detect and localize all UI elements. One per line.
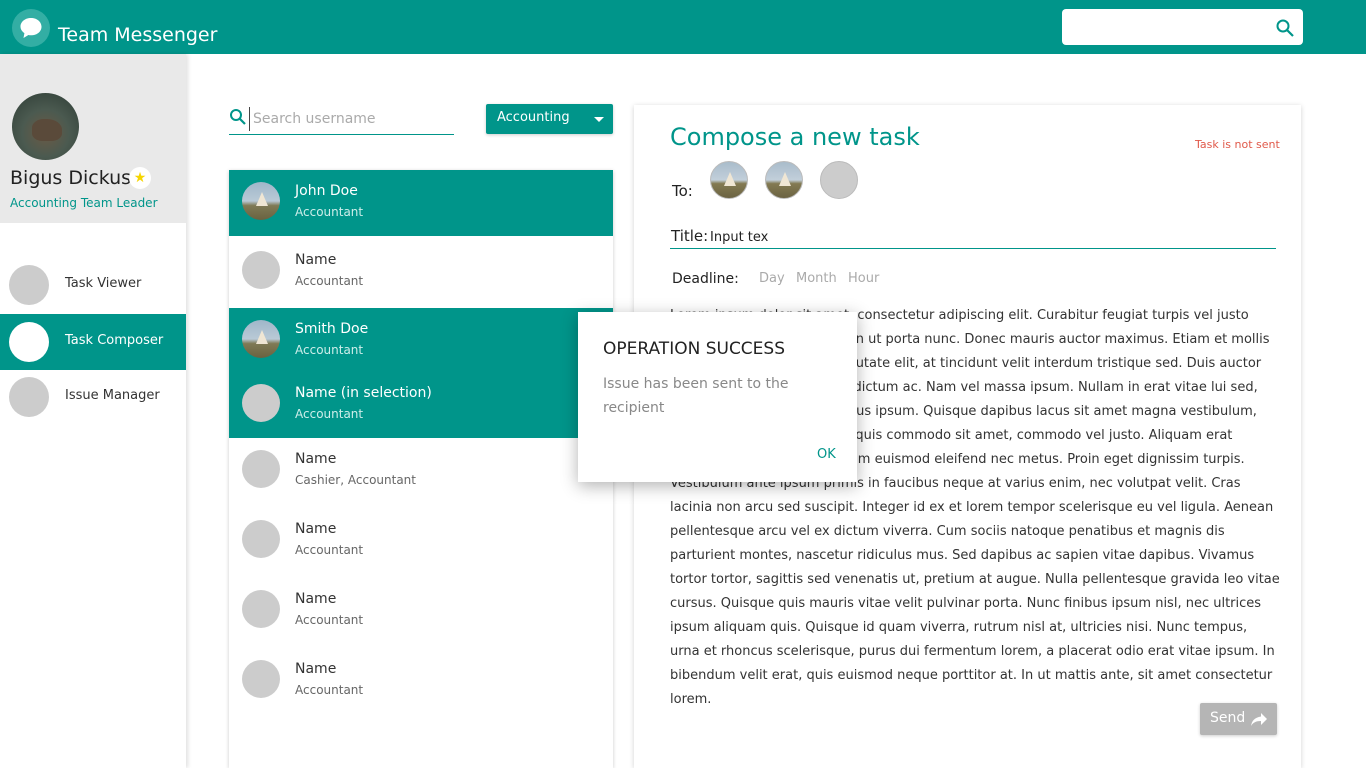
list-item[interactable]: Name (in selection) Accountant [229, 372, 613, 438]
user-name: Name [295, 661, 337, 677]
list-item[interactable]: Smith Doe Accountant [229, 308, 613, 374]
user-role: Accountant [295, 343, 364, 357]
department-selected: Accounting [497, 110, 570, 125]
avatar [242, 251, 280, 289]
task-composer-icon [9, 322, 49, 362]
title-label: Title: [671, 227, 709, 245]
user-list: John Doe Accountant Name Accountant Smit… [229, 170, 613, 768]
username-search [229, 104, 454, 135]
avatar[interactable] [12, 93, 79, 160]
username-search-input[interactable] [249, 107, 449, 131]
profile-role: Accounting Team Leader [10, 196, 158, 210]
to-label: To: [672, 182, 693, 200]
user-role: Accountant [295, 205, 364, 219]
chat-bubble-icon [12, 9, 50, 47]
deadline-month-field[interactable]: Month [796, 271, 837, 286]
user-role: Accountant [295, 543, 364, 557]
deadline-hour-field[interactable]: Hour [848, 271, 879, 286]
user-role: Accountant [295, 274, 364, 288]
list-item[interactable]: Name Cashier, Accountant [229, 438, 613, 504]
user-name: Name (in selection) [295, 385, 432, 401]
send-button[interactable]: Send [1200, 703, 1277, 735]
list-item[interactable]: John Doe Accountant [229, 170, 613, 236]
send-label: Send [1210, 710, 1246, 726]
global-search-input[interactable] [1062, 9, 1303, 45]
user-name: Name [295, 451, 337, 467]
list-item[interactable]: Name Accountant [229, 239, 613, 305]
sidebar-item-label: Issue Manager [65, 388, 160, 403]
sidebar-item-task-viewer[interactable]: Task Viewer [0, 257, 186, 313]
avatar [242, 590, 280, 628]
star-icon: ★ [129, 167, 151, 189]
profile-card: Bigus Dickus ★ Accounting Team Leader [0, 54, 186, 223]
avatar [242, 520, 280, 558]
user-name: Smith Doe [295, 321, 369, 337]
page-title: Compose a new task [670, 123, 920, 151]
status-badge: Task is not sent [1195, 138, 1280, 151]
user-role: Cashier, Accountant [295, 473, 416, 487]
recipient-avatar[interactable] [710, 161, 748, 199]
user-role: Accountant [295, 407, 364, 421]
issue-manager-icon [9, 377, 49, 417]
title-field: Title: [670, 226, 1276, 249]
sidebar-item-issue-manager[interactable]: Issue Manager [0, 369, 186, 425]
avatar [242, 450, 280, 488]
user-role: Accountant [295, 683, 364, 697]
dialog-title: OPERATION SUCCESS [603, 339, 786, 359]
app-title: Team Messenger [58, 24, 218, 46]
sidebar-item-label: Task Viewer [65, 276, 142, 291]
user-name: John Doe [295, 183, 358, 199]
chevron-down-icon [594, 117, 604, 122]
title-input[interactable] [710, 226, 1270, 248]
ok-button[interactable]: OK [817, 447, 836, 462]
search-icon [230, 109, 246, 125]
user-name: Name [295, 521, 337, 537]
deadline-day-field[interactable]: Day [759, 271, 785, 286]
user-role: Accountant [295, 613, 364, 627]
sidebar-item-task-composer[interactable]: Task Composer [0, 314, 186, 370]
avatar [242, 320, 280, 358]
task-viewer-icon [9, 265, 49, 305]
add-recipient-button[interactable] [820, 161, 858, 199]
deadline-label: Deadline: [672, 271, 739, 287]
list-item[interactable]: Name Accountant [229, 508, 613, 574]
profile-name: Bigus Dickus [10, 167, 132, 189]
department-dropdown[interactable]: Accounting [486, 104, 613, 134]
search-icon[interactable] [1275, 18, 1295, 38]
dialog-message: Issue has been sent to the recipient [603, 376, 789, 416]
user-name: Name [295, 252, 337, 268]
avatar [242, 182, 280, 220]
user-name: Name [295, 591, 337, 607]
sidebar: Bigus Dickus ★ Accounting Team Leader Ta… [0, 54, 186, 768]
success-dialog: OPERATION SUCCESS Issue has been sent to… [578, 312, 857, 482]
share-arrow-icon [1251, 713, 1267, 726]
list-item[interactable]: Name Accountant [229, 578, 613, 644]
sidebar-item-label: Task Composer [65, 333, 164, 348]
top-bar: Team Messenger [0, 0, 1366, 54]
avatar [242, 384, 280, 422]
avatar [242, 660, 280, 698]
list-item[interactable]: Name Accountant [229, 648, 613, 714]
recipient-avatar[interactable] [765, 161, 803, 199]
